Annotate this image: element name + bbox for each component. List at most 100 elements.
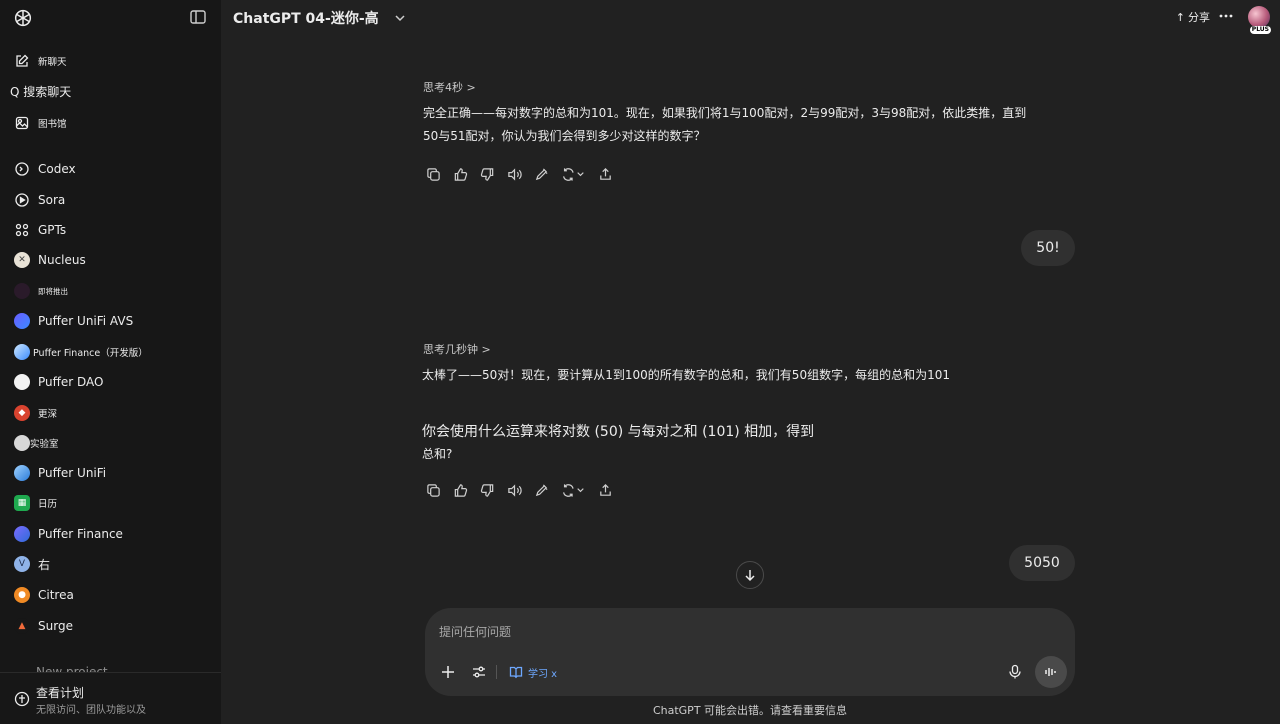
right-icon: V: [14, 556, 30, 572]
arrow-down-icon: [745, 570, 755, 582]
coming-soon-icon: [14, 283, 30, 299]
citrea-icon: ●: [14, 587, 30, 603]
user-message-1: 50!: [1021, 230, 1075, 266]
microphone-icon[interactable]: [1007, 664, 1023, 680]
waveform-icon: [1045, 668, 1056, 676]
sidebar-item-deeper[interactable]: ◆ 更深: [8, 399, 213, 427]
top-header: ChatGPT 04-迷你-高 ↑ 分享 PLUS: [221, 0, 1280, 36]
new-chat-button[interactable]: 新聊天: [8, 47, 213, 75]
library-icon: [14, 115, 30, 131]
sidebar-item-label: 日历: [38, 499, 58, 510]
sidebar-item-label: Sora: [38, 193, 66, 207]
view-plans-button[interactable]: 查看计划 无限访问、团队功能以及: [0, 672, 221, 724]
sidebar-item-label: Nucleus: [38, 253, 86, 267]
sidebar-item-puffer-unifi-avs[interactable]: Puffer UniFi AVS: [8, 307, 213, 335]
assistant-question-line: 你会使用什么运算来将对数 (50) 与每对之和 (101) 相加，得到: [422, 424, 815, 440]
copy-icon[interactable]: [425, 166, 441, 182]
new-chat-label: 新聊天: [38, 57, 67, 68]
edit-canvas-icon[interactable]: [533, 482, 549, 498]
sidebar-item-nucleus[interactable]: ✕ Nucleus: [8, 246, 213, 274]
thumbs-down-icon[interactable]: [479, 482, 495, 498]
openai-logo-icon[interactable]: [12, 7, 34, 29]
thumbs-down-icon[interactable]: [479, 166, 495, 182]
model-selector[interactable]: ChatGPT 04-迷你-高: [233, 8, 379, 28]
sidebar-item-puffer-finance-dev[interactable]: Puffer Finance（开发版）: [8, 338, 213, 366]
nucleus-icon: ✕: [14, 252, 30, 268]
codex-icon: [14, 161, 30, 177]
surge-icon: ▲: [14, 618, 30, 634]
edit-icon: [14, 53, 30, 69]
tools-icon[interactable]: [471, 664, 487, 680]
sidebar-toggle-icon[interactable]: [189, 8, 207, 26]
app-root: 新聊天 Q 搜索聊天 图书馆 Codex Sora GPTs ✕ Nucleus…: [0, 0, 1280, 724]
message-actions-1: [425, 166, 613, 182]
assistant-text-line: 完全正确——每对数字的总和为101。现在，如果我们将1与100配对，2与99配对…: [423, 106, 1027, 120]
prompt-input[interactable]: [439, 625, 1039, 639]
puffer-icon: [14, 344, 30, 360]
copy-icon[interactable]: [425, 482, 441, 498]
sidebar-item-surge[interactable]: ▲ Surge: [8, 612, 213, 640]
sidebar-item-label: 即将推出: [38, 286, 68, 296]
user-message-2: 5050: [1009, 545, 1075, 581]
voice-mode-button[interactable]: [1035, 656, 1067, 688]
sidebar: 新聊天 Q 搜索聊天 图书馆 Codex Sora GPTs ✕ Nucleus…: [0, 0, 221, 724]
sidebar-item-label: Puffer Finance: [38, 527, 123, 541]
assistant-message-2: 太棒了——50对！现在，要计算从1到100的所有数字的总和，我们有50组数字，每…: [422, 364, 1062, 387]
sidebar-item-codex[interactable]: Codex: [8, 155, 213, 183]
composer-divider: [496, 665, 497, 679]
gpts-grid-icon: [14, 222, 30, 238]
thumbs-up-icon[interactable]: [452, 482, 468, 498]
share-message-icon[interactable]: [597, 166, 613, 182]
regenerate-icon[interactable]: [560, 482, 586, 498]
plus-badge: PLUS: [1249, 26, 1271, 34]
sidebar-item-label: Citrea: [38, 588, 74, 602]
assistant-text-line: 太棒了——50对！现在，要计算从1到100的所有数字的总和，我们有50组数字，每…: [422, 368, 950, 382]
edit-canvas-icon[interactable]: [533, 166, 549, 182]
share-icon: ↑: [1175, 10, 1185, 24]
message-actions-2: [425, 482, 613, 498]
regenerate-icon[interactable]: [560, 166, 586, 182]
sora-icon: [14, 192, 30, 208]
sidebar-item-gpts[interactable]: GPTs: [8, 216, 213, 244]
share-button[interactable]: ↑ 分享: [1176, 9, 1210, 25]
lab-icon: [14, 435, 30, 451]
sidebar-item-label: 右: [38, 557, 51, 572]
sidebar-item-puffer-finance[interactable]: Puffer Finance: [8, 520, 213, 548]
sidebar-item-label: Puffer Finance（开发版）: [33, 348, 148, 359]
sidebar-item-puffer-unifi[interactable]: Puffer UniFi: [8, 459, 213, 487]
share-message-icon[interactable]: [597, 482, 613, 498]
library-button[interactable]: 图书馆: [8, 109, 213, 137]
avatar[interactable]: [1248, 6, 1270, 28]
sidebar-item-sora[interactable]: Sora: [8, 186, 213, 214]
plan-subtitle: 无限访问、团队功能以及: [36, 705, 146, 716]
plan-icon: [14, 691, 30, 707]
read-aloud-icon[interactable]: [506, 166, 522, 182]
share-label: 分享: [1188, 11, 1210, 24]
sidebar-item-coming-soon[interactable]: 即将推出: [8, 277, 213, 305]
sidebar-item-calendar[interactable]: ▦ 日历: [8, 489, 213, 517]
chevron-down-icon[interactable]: [393, 10, 407, 24]
disclaimer: ChatGPT 可能会出错。请查看重要信息: [652, 704, 848, 717]
search-chats-label: Q 搜索聊天: [10, 84, 72, 99]
library-label: 图书馆: [38, 119, 67, 130]
more-options-icon[interactable]: [1218, 8, 1234, 24]
calendar-icon: ▦: [14, 495, 30, 511]
thinking-toggle-2[interactable]: 思考几秒钟 >: [423, 341, 491, 357]
sidebar-item-label: Surge: [38, 619, 73, 633]
sidebar-item-puffer-dao[interactable]: Puffer DAO: [8, 368, 213, 396]
plan-title: 查看计划: [36, 686, 85, 700]
thinking-toggle-1[interactable]: 思考4秒 >: [423, 79, 476, 95]
thumbs-up-icon[interactable]: [452, 166, 468, 182]
deeper-icon: ◆: [14, 405, 30, 421]
puffer-icon: [14, 526, 30, 542]
sidebar-item-citrea[interactable]: ● Citrea: [8, 581, 213, 609]
plus-icon[interactable]: [440, 664, 456, 680]
sidebar-item-right[interactable]: V 右: [8, 550, 213, 578]
sidebar-item-label: Codex: [38, 162, 76, 176]
read-aloud-icon[interactable]: [506, 482, 522, 498]
sidebar-item-lab[interactable]: 实验室: [8, 429, 213, 457]
scroll-down-button[interactable]: [736, 561, 764, 589]
study-mode-chip[interactable]: 学习 x: [509, 663, 557, 681]
sidebar-item-label: Puffer DAO: [38, 375, 104, 389]
search-chats-button[interactable]: Q 搜索聊天: [4, 77, 209, 105]
